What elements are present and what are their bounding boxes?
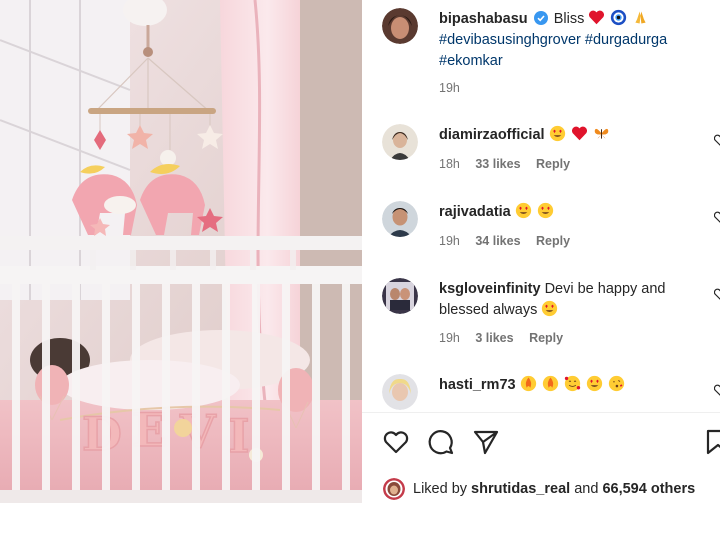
- feed-background: [0, 503, 362, 540]
- author-avatar[interactable]: [382, 8, 418, 44]
- red-heart-emoji-icon: [589, 10, 605, 25]
- like-heart-icon[interactable]: [382, 428, 410, 456]
- comment-item: rajivadatia 19h 34 likes Reply: [382, 201, 720, 261]
- commenter-avatar[interactable]: [382, 201, 418, 237]
- comment-text: blessed always: [439, 302, 538, 318]
- commenter-username[interactable]: diamirzaofficial: [439, 127, 545, 143]
- save-bookmark-icon[interactable]: [704, 428, 720, 456]
- comment-likes[interactable]: 34 likes: [475, 234, 520, 248]
- commenter-username[interactable]: ksgloveinfinity: [439, 281, 541, 297]
- red-heart-emoji-icon: [571, 126, 587, 141]
- author-username[interactable]: bipashabasu: [439, 11, 528, 27]
- commenter-avatar[interactable]: [382, 124, 418, 160]
- butterfly-emoji-icon: [594, 128, 608, 139]
- heart-eyes-emoji-icon: [537, 202, 553, 219]
- comment-text: Devi be happy and: [544, 281, 666, 297]
- comment-time: 19h: [439, 234, 460, 248]
- heart-eyes-emoji-icon: [515, 202, 531, 219]
- comment-time: 18h: [439, 157, 460, 171]
- post-caption: bipashabasu Bliss #devibasusinghgrover #…: [382, 8, 720, 108]
- liked-by-count[interactable]: 66,594 others: [602, 481, 695, 497]
- comment-item: ksgloveinfinity Devi be happy and blesse…: [382, 278, 720, 358]
- liked-by-and: and: [574, 481, 599, 497]
- commenter-username[interactable]: rajivadatia: [439, 204, 511, 220]
- commenter-username[interactable]: hasti_rm73: [439, 377, 516, 393]
- comment-likes[interactable]: 33 likes: [475, 157, 520, 171]
- caption-text: Bliss: [553, 11, 585, 27]
- fire-emoji-icon: [542, 375, 558, 392]
- liker-avatar[interactable]: [383, 478, 405, 500]
- heart-eyes-emoji-icon: [549, 125, 565, 142]
- nazar-amulet-emoji-icon: [611, 9, 627, 26]
- reply-button[interactable]: Reply: [536, 157, 570, 171]
- reply-button[interactable]: Reply: [529, 331, 563, 345]
- banner-letter: I: [228, 409, 250, 463]
- action-bar: [382, 428, 720, 458]
- folded-hands-emoji-icon: [635, 11, 647, 24]
- comments-divider: [362, 412, 720, 413]
- reply-button[interactable]: Reply: [536, 234, 570, 248]
- fire-emoji-icon: [520, 375, 536, 392]
- like-comment-heart-icon[interactable]: [714, 134, 720, 146]
- comment-bubble-icon[interactable]: [427, 428, 455, 456]
- smiling-hearts-emoji-icon: [564, 375, 580, 392]
- liked-by-prefix: Liked by: [413, 481, 468, 497]
- share-paper-plane-icon[interactable]: [472, 428, 500, 456]
- comment-item: hasti_rm73: [382, 374, 720, 412]
- like-comment-heart-icon[interactable]: [714, 211, 720, 223]
- commenter-avatar[interactable]: [382, 278, 418, 314]
- like-comment-heart-icon[interactable]: [714, 288, 720, 300]
- kissing-face-emoji-icon: [608, 375, 624, 392]
- commenter-avatar[interactable]: [382, 374, 418, 410]
- caption-hashtag[interactable]: #ekomkar: [439, 53, 503, 69]
- post-photo[interactable]: D E V I: [0, 0, 362, 503]
- comment-item: diamirzaofficial 18h 33 likes Reply: [382, 124, 720, 184]
- liked-by-row: Liked by shrutidas_real and 66,594 other…: [383, 478, 695, 500]
- comment-likes[interactable]: 3 likes: [475, 331, 513, 345]
- heart-eyes-emoji-icon: [542, 300, 558, 317]
- like-comment-heart-icon[interactable]: [714, 384, 720, 396]
- verified-badge-icon: [533, 11, 548, 25]
- heart-eyes-emoji-icon: [586, 375, 602, 392]
- liked-by-user[interactable]: shrutidas_real: [471, 481, 570, 497]
- post-time: 19h: [439, 81, 460, 95]
- comment-time: 19h: [439, 331, 460, 345]
- caption-hashtags[interactable]: #devibasusinghgrover #durgadurga: [439, 32, 667, 48]
- banner-letter: D: [82, 407, 122, 461]
- nursery-photo-image: D E V I: [0, 0, 362, 503]
